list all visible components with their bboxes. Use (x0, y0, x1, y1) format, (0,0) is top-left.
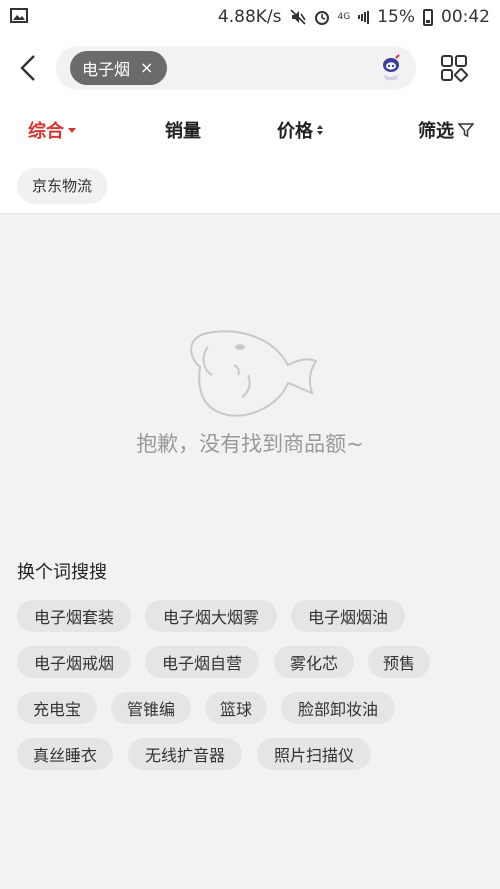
suggestions-title: 换个词搜搜 (17, 562, 107, 583)
suggestion-tag[interactable]: 照片扫描仪 (257, 738, 371, 770)
suggestion-tag[interactable]: 无线扩音器 (128, 738, 242, 770)
clock: 00:42 (441, 7, 490, 27)
sort-bar: 综合 销量 价格 筛选 (0, 102, 500, 158)
suggestion-tag[interactable]: 脸部卸妆油 (281, 692, 395, 724)
search-header: 电子烟 × (0, 34, 500, 102)
quick-filter-row: 京东物流 (0, 158, 500, 214)
suggestion-tag[interactable]: 电子烟自营 (145, 646, 259, 678)
suggestion-tag[interactable]: 充电宝 (17, 692, 97, 724)
network-type: 4G (337, 12, 351, 22)
chevron-down-icon (68, 127, 76, 133)
suggestion-tag[interactable]: 篮球 (205, 692, 267, 724)
empty-result-message: 抱歉，没有找到商品额~ (136, 432, 364, 456)
suggestion-tag[interactable]: 电子烟戒烟 (17, 646, 131, 678)
robot-icon[interactable] (374, 51, 408, 85)
suggestion-tag[interactable]: 电子烟套装 (17, 600, 131, 632)
sort-tab-comprehensive[interactable]: 综合 (28, 117, 76, 143)
suggestion-tag[interactable]: 真丝睡衣 (17, 738, 113, 770)
sort-arrows-icon (317, 125, 323, 135)
fish-icon (190, 330, 318, 417)
search-input[interactable]: 电子烟 × (56, 46, 416, 90)
close-icon[interactable]: × (140, 60, 153, 76)
sort-tab-label: 销量 (165, 121, 201, 142)
back-icon (20, 55, 35, 81)
search-keyword-chip[interactable]: 电子烟 × (70, 51, 168, 85)
sort-tab-filter[interactable]: 筛选 (418, 117, 474, 143)
back-button[interactable] (0, 34, 56, 102)
category-grid-button[interactable] (426, 40, 482, 96)
battery-icon (423, 8, 433, 26)
battery-level: 15% (377, 7, 415, 27)
suggestion-tag[interactable]: 预售 (368, 646, 430, 678)
suggestion-tag[interactable]: 管锥编 (111, 692, 191, 724)
filter-jd-logistics[interactable]: 京东物流 (17, 167, 108, 204)
alarm-icon (314, 9, 330, 25)
image-icon (10, 7, 28, 27)
sort-tab-label: 价格 (277, 121, 313, 142)
sort-tab-label: 筛选 (418, 121, 454, 142)
sort-tab-price[interactable]: 价格 (277, 117, 323, 143)
search-keyword: 电子烟 (82, 60, 131, 79)
status-bar: 4.88K/s 4G 15% 00:42 (0, 0, 500, 34)
suggestion-tag[interactable]: 电子烟烟油 (291, 600, 405, 632)
sort-tab-label: 综合 (28, 121, 64, 142)
grid-icon (441, 55, 468, 82)
suggestion-tag[interactable]: 电子烟大烟雾 (145, 600, 277, 632)
signal-icon (358, 10, 370, 24)
suggestion-tag[interactable]: 雾化芯 (274, 646, 354, 678)
sort-tab-sales[interactable]: 销量 (165, 117, 201, 143)
filter-icon (458, 123, 474, 138)
network-speed: 4.88K/s (217, 7, 282, 27)
mute-icon (289, 9, 306, 25)
